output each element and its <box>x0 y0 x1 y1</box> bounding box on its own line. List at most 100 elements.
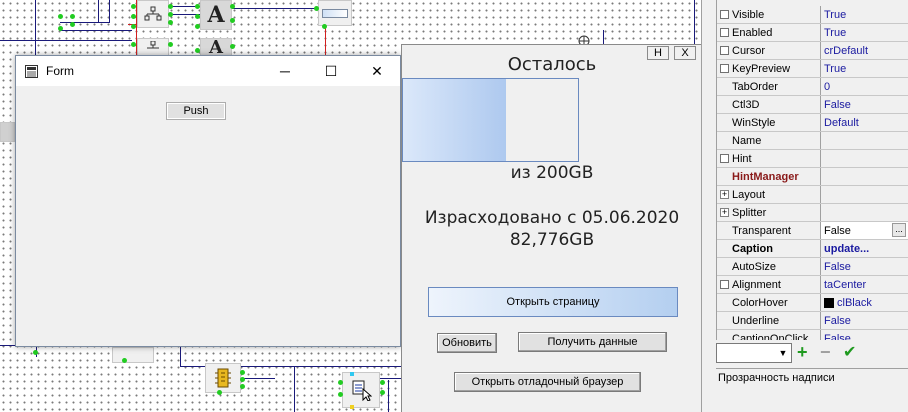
schema-component-memory[interactable] <box>205 363 241 393</box>
maximize-button[interactable]: ☐ <box>308 56 354 86</box>
property-row[interactable]: HintManager <box>717 168 908 186</box>
property-row[interactable]: Ctl3D False <box>717 96 908 114</box>
wire <box>230 8 320 9</box>
property-row[interactable]: Cursor crDefault <box>717 42 908 60</box>
property-row[interactable]: Visible True <box>717 6 908 24</box>
add-icon[interactable]: + <box>797 342 808 363</box>
refresh-button[interactable]: Обновить <box>437 333 497 353</box>
close-button[interactable]: ✕ <box>354 56 400 86</box>
form-title: Form <box>46 64 74 78</box>
pin-dot <box>380 390 385 395</box>
schema-component-label[interactable]: A <box>200 0 232 30</box>
property-value[interactable]: False <box>821 312 908 329</box>
schema-component-progress[interactable] <box>318 0 352 26</box>
property-name-text: Splitter <box>732 206 767 219</box>
property-row[interactable]: Alignment taCenter <box>717 276 908 294</box>
property-name-text: WinStyle <box>732 116 776 129</box>
property-row[interactable]: Underline False <box>717 312 908 330</box>
schema-component-label-2[interactable]: A <box>200 37 232 58</box>
remove-icon[interactable]: − <box>820 342 831 363</box>
property-hint-text: Прозрачность надписи <box>716 368 908 412</box>
minimize-button[interactable]: ─ <box>262 56 308 86</box>
property-row[interactable]: ColorHover clBlack <box>717 294 908 312</box>
wire <box>694 0 695 44</box>
property-value[interactable]: False <box>821 258 908 275</box>
property-value[interactable]: crDefault <box>821 42 908 59</box>
property-name: Ctl3D <box>717 96 821 113</box>
property-value[interactable]: True <box>821 24 908 41</box>
wire <box>60 22 110 23</box>
property-name: Name <box>717 132 821 149</box>
property-value[interactable]: 0 <box>821 78 908 95</box>
property-value[interactable]: False <box>821 96 908 113</box>
schema-component-tree-2[interactable] <box>137 38 169 56</box>
property-name: Transparent <box>717 222 821 239</box>
debug-browser-button[interactable]: Открыть отладочный браузер <box>454 372 641 392</box>
form-title-bar[interactable]: Form ─ ☐ ✕ <box>16 56 400 86</box>
property-name: + Layout <box>717 186 821 203</box>
property-value[interactable]: Default <box>821 114 908 131</box>
property-value[interactable]: update... <box>821 240 908 257</box>
close-icon: ✕ <box>371 62 383 79</box>
property-row[interactable]: Caption update... <box>717 240 908 258</box>
property-name: KeyPreview <box>717 60 821 77</box>
property-value[interactable]: taCenter <box>821 276 908 293</box>
property-row[interactable]: CaptionOnClick False <box>717 330 908 340</box>
property-value[interactable] <box>821 168 908 185</box>
property-value[interactable] <box>821 132 908 149</box>
property-name-text: KeyPreview <box>732 62 791 75</box>
pin-square <box>350 405 354 409</box>
pin-dot <box>70 14 75 19</box>
property-value[interactable]: False... <box>821 222 908 239</box>
property-checkbox[interactable] <box>720 46 729 55</box>
property-value[interactable] <box>821 204 908 221</box>
used-value: 82,776GB <box>509 230 595 250</box>
schema-component-list[interactable] <box>342 372 380 408</box>
ellipsis-button[interactable]: ... <box>892 223 906 237</box>
property-row[interactable]: + Splitter <box>717 204 908 222</box>
property-row[interactable]: Transparent False... <box>717 222 908 240</box>
open-page-button[interactable]: Открыть страницу <box>428 287 678 317</box>
property-checkbox[interactable] <box>720 10 729 19</box>
used-since-label: Израсходовано с 05.06.2020 <box>424 208 680 228</box>
property-value[interactable]: True <box>821 60 908 77</box>
schema-component-bottom[interactable] <box>112 347 154 363</box>
property-value-text: False <box>824 98 851 111</box>
wire <box>603 30 604 44</box>
property-checkbox[interactable] <box>720 280 729 289</box>
minimize-icon: ─ <box>280 63 290 79</box>
property-checkbox[interactable] <box>720 64 729 73</box>
property-checkbox[interactable] <box>720 28 729 37</box>
property-name: ColorHover <box>717 294 821 311</box>
property-combo[interactable]: ▼ <box>716 343 792 363</box>
property-value[interactable]: False <box>821 330 908 341</box>
property-row[interactable]: Hint <box>717 150 908 168</box>
property-name: AutoSize <box>717 258 821 275</box>
property-name: Visible <box>717 6 821 23</box>
property-value[interactable]: clBlack <box>821 294 908 311</box>
property-row[interactable]: TabOrder 0 <box>717 78 908 96</box>
property-row[interactable]: AutoSize False <box>717 258 908 276</box>
wire <box>0 40 132 41</box>
get-data-button[interactable]: Получить данные <box>518 332 667 352</box>
schema-component-edge[interactable] <box>0 122 15 142</box>
schema-component-tree[interactable] <box>137 0 169 28</box>
property-value-text: crDefault <box>824 44 869 57</box>
push-button[interactable]: Push <box>166 102 226 120</box>
expand-icon[interactable]: + <box>720 190 729 199</box>
property-row[interactable]: Enabled True <box>717 24 908 42</box>
property-name: TabOrder <box>717 78 821 95</box>
remaining-progress-bar <box>402 78 579 162</box>
property-name-text: Underline <box>732 314 780 327</box>
property-row[interactable]: Name <box>717 132 908 150</box>
property-value[interactable] <box>821 150 908 167</box>
property-row[interactable]: + Layout <box>717 186 908 204</box>
property-checkbox[interactable] <box>720 154 729 163</box>
property-value[interactable] <box>821 186 908 203</box>
property-row[interactable]: KeyPreview True <box>717 60 908 78</box>
property-value[interactable]: True <box>821 6 908 23</box>
memory-chip-icon <box>215 368 231 388</box>
apply-icon[interactable]: ✔ <box>843 342 856 362</box>
property-row[interactable]: WinStyle Default <box>717 114 908 132</box>
expand-icon[interactable]: + <box>720 208 729 217</box>
